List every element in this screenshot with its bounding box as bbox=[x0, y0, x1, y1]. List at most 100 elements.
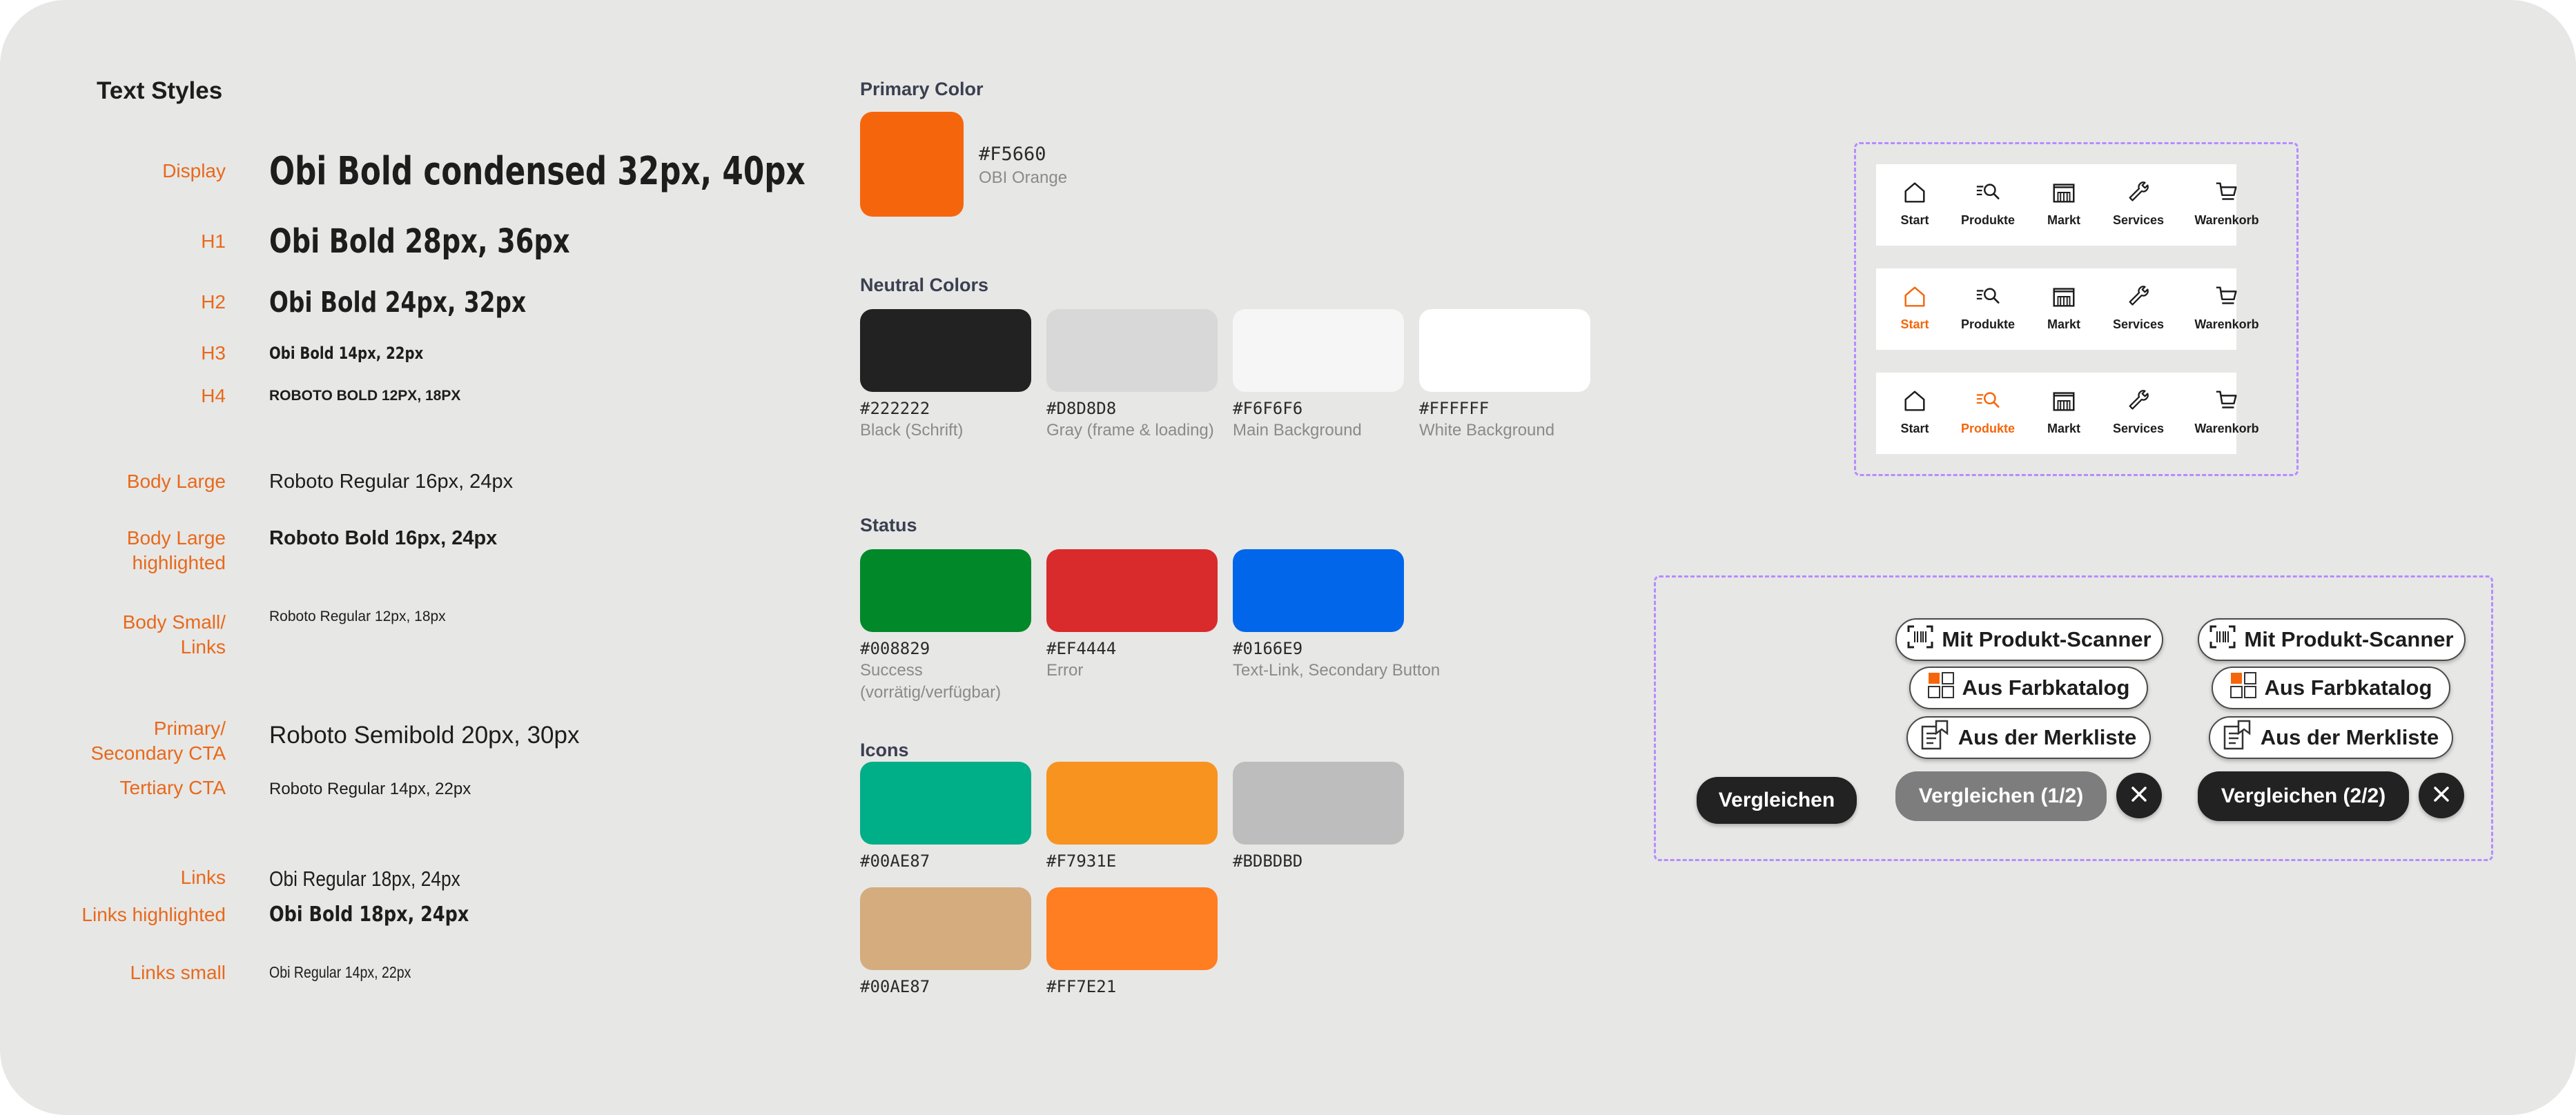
nav-item-produkte[interactable]: Produkte bbox=[1946, 179, 2029, 228]
links-highlighted-sample-text: Obi Bold 18px, 24px bbox=[269, 902, 469, 927]
links-sample-text: Obi Regular 18px, 24px bbox=[269, 867, 460, 891]
nav-item-produkte[interactable]: Produkte bbox=[1946, 284, 2029, 332]
neutral-hex-2: #F6F6F6 bbox=[1233, 399, 1303, 418]
status-name-1: Error bbox=[1046, 661, 1084, 680]
body-large-label: Body Large bbox=[126, 471, 226, 492]
option-merkliste-button[interactable]: Aus der Merkliste bbox=[1906, 716, 2151, 759]
h3-sample: Obi Bold 14px, 22px bbox=[269, 344, 457, 363]
nav-item-label: Produkte bbox=[1960, 213, 2015, 227]
nav-item-label: Start bbox=[1900, 213, 1929, 227]
swatch-neutral-main-bg bbox=[1233, 309, 1404, 392]
nav-item-label: Start bbox=[1900, 317, 1929, 331]
nav-item-label: Warenkorb bbox=[2194, 422, 2259, 435]
h3-sample-text: Obi Bold 14px, 22px bbox=[269, 344, 424, 363]
nav-item-label: Services bbox=[2112, 317, 2165, 331]
links-highlighted-sample: Obi Bold 18px, 24px bbox=[269, 902, 504, 927]
produkte-icon bbox=[1975, 388, 2001, 417]
body-small-label: Body Small/ Links bbox=[122, 611, 226, 658]
nav-item-label: Services bbox=[2112, 213, 2165, 227]
start-icon bbox=[1902, 179, 1928, 209]
swatch-icon-2 bbox=[1233, 762, 1404, 845]
nav-item-label: Markt bbox=[2047, 422, 2080, 435]
display-sample: Obi Bold condensed 32px, 40px bbox=[269, 149, 957, 194]
primary-color-title: Primary Color bbox=[860, 79, 984, 99]
option-farbkatalog-button[interactable]: Aus Farbkatalog bbox=[1909, 667, 2148, 709]
nav-item-warenkorb[interactable]: Warenkorb bbox=[2185, 284, 2268, 332]
compare-close-button-2[interactable] bbox=[2419, 773, 2464, 818]
status-hex-2: #0166E9 bbox=[1233, 639, 1303, 658]
body-small-sample: Roboto Regular 12px, 18px bbox=[269, 609, 446, 624]
status-title: Status bbox=[860, 515, 917, 535]
nav-item-label: Warenkorb bbox=[2194, 213, 2259, 227]
display-label: Display bbox=[162, 160, 226, 181]
nav-item-services[interactable]: Services bbox=[2097, 179, 2180, 228]
markt-icon bbox=[2051, 388, 2077, 417]
compare-state-2-button[interactable]: Vergleichen (2/2) bbox=[2198, 771, 2409, 821]
nav-item-warenkorb[interactable]: Warenkorb bbox=[2185, 179, 2268, 228]
links-small-sample: Obi Regular 14px, 22px bbox=[269, 963, 436, 982]
display-sample-text: Obi Bold condensed 32px, 40px bbox=[269, 149, 806, 194]
warenkorb-icon bbox=[2214, 388, 2240, 417]
h2-sample-text: Obi Bold 24px, 32px bbox=[269, 286, 527, 319]
swatch-neutral-white bbox=[1419, 309, 1590, 392]
icon-hex-3: #00AE87 bbox=[860, 977, 930, 996]
nav-bar-start-active: Start Produkte Markt Services Warenkorb bbox=[1873, 268, 2259, 350]
nav-item-start[interactable]: Start bbox=[1873, 284, 1956, 332]
status-hex-0: #008829 bbox=[860, 639, 930, 658]
nav-item-services[interactable]: Services bbox=[2097, 388, 2180, 436]
links-label: Links bbox=[180, 867, 226, 888]
swatch-icon-1 bbox=[1046, 762, 1218, 845]
swatch-icon-3 bbox=[860, 887, 1031, 970]
nav-bar-default: Start Produkte Markt Services Warenkorb bbox=[1873, 164, 2259, 246]
swatch-status-error bbox=[1046, 549, 1218, 632]
neutral-name-2: Main Background bbox=[1233, 421, 1362, 440]
services-icon bbox=[2125, 179, 2151, 209]
nav-item-markt[interactable]: Markt bbox=[2022, 388, 2105, 436]
barcode-scanner-icon bbox=[2209, 625, 2244, 654]
warenkorb-icon bbox=[2214, 284, 2240, 313]
option-scanner-button[interactable]: Mit Produkt-Scanner bbox=[1895, 618, 2163, 661]
primary-name: OBI Orange bbox=[979, 168, 1068, 187]
nav-item-produkte[interactable]: Produkte bbox=[1946, 388, 2029, 436]
compare-button[interactable]: Vergleichen bbox=[1697, 777, 1857, 824]
icon-hex-0: #00AE87 bbox=[860, 851, 930, 871]
warenkorb-icon bbox=[2214, 179, 2240, 209]
links-sample: Obi Regular 18px, 24px bbox=[269, 867, 494, 891]
primary-hex: #F5660 bbox=[979, 144, 1046, 165]
nav-item-label: Markt bbox=[2047, 213, 2080, 227]
close-icon bbox=[2130, 785, 2148, 807]
nav-item-label: Markt bbox=[2047, 317, 2080, 331]
cta-label: Primary/ Secondary CTA bbox=[90, 718, 226, 764]
swatch-neutral-black bbox=[860, 309, 1031, 392]
links-highlighted-label: Links highlighted bbox=[81, 904, 226, 925]
h2-sample: Obi Bold 24px, 32px bbox=[269, 286, 590, 319]
nav-item-label: Start bbox=[1900, 422, 1929, 435]
option-scanner-button-2[interactable]: Mit Produkt-Scanner bbox=[2198, 618, 2466, 661]
nav-item-start[interactable]: Start bbox=[1873, 388, 1956, 436]
neutral-hex-0: #222222 bbox=[860, 399, 930, 418]
nav-item-warenkorb[interactable]: Warenkorb bbox=[2185, 388, 2268, 436]
nav-item-label: Services bbox=[2112, 422, 2165, 435]
compare-state-1-button[interactable]: Vergleichen (1/2) bbox=[1895, 771, 2107, 821]
links-small-label: Links small bbox=[130, 962, 226, 983]
nav-item-start[interactable]: Start bbox=[1873, 179, 1956, 228]
status-name-0: Success (vorrätig/verfügbar) bbox=[860, 661, 1002, 702]
swatch-obi-orange bbox=[860, 112, 964, 217]
produkte-icon bbox=[1975, 179, 2001, 209]
tertiary-cta-sample: Roboto Regular 14px, 22px bbox=[269, 780, 471, 798]
neutral-name-1: Gray (frame & loading) bbox=[1046, 421, 1214, 440]
swatch-status-success bbox=[860, 549, 1031, 632]
nav-item-markt[interactable]: Markt bbox=[2022, 179, 2105, 228]
nav-item-markt[interactable]: Markt bbox=[2022, 284, 2105, 332]
h1-sample: Obi Bold 28px, 36px bbox=[269, 222, 645, 261]
style-guide-board: Text Styles Display Obi Bold condensed 3… bbox=[0, 0, 2576, 1115]
option-merkliste-button-2[interactable]: Aus der Merkliste bbox=[2209, 716, 2453, 759]
services-icon bbox=[2125, 284, 2151, 313]
h1-sample-text: Obi Bold 28px, 36px bbox=[269, 222, 570, 261]
compare-close-button-1[interactable] bbox=[2116, 773, 2162, 818]
body-large-highlighted-label: Body Large highlighted bbox=[126, 527, 226, 573]
option-farbkatalog-button-2[interactable]: Aus Farbkatalog bbox=[2212, 667, 2450, 709]
nav-item-services[interactable]: Services bbox=[2097, 284, 2180, 332]
color-catalog-icon bbox=[2229, 672, 2265, 704]
close-icon bbox=[2432, 785, 2450, 807]
